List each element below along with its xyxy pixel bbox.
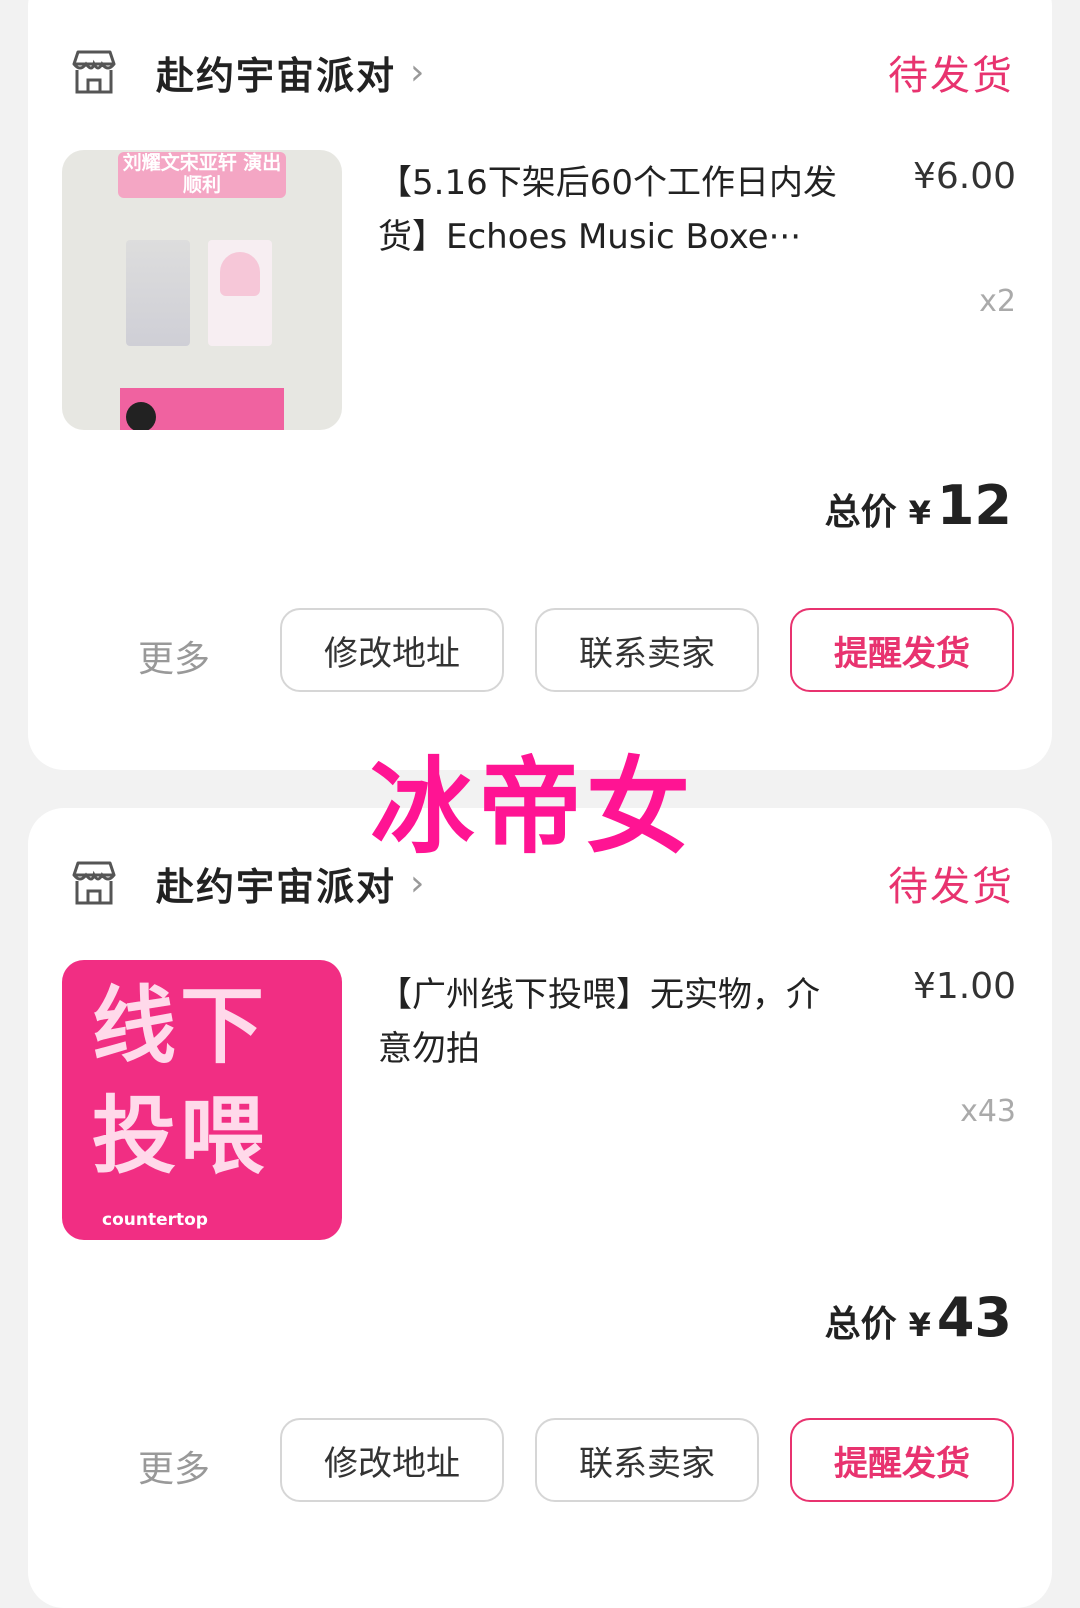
total-amount: 43 <box>936 1286 1012 1349</box>
product-thumbnail[interactable]: 线下 投喂 countertop <box>62 960 342 1240</box>
order-total: 总价 ¥ 43 <box>825 1286 1012 1349</box>
shop-name[interactable]: 赴约宇宙派对 <box>156 856 396 911</box>
product-thumbnail[interactable]: 刘耀文宋亚轩 演出顺利 <box>62 150 342 430</box>
thumbnail-photo <box>126 240 190 346</box>
total-label: 总价 <box>824 1304 897 1345</box>
heart-shape <box>220 252 260 296</box>
thumbnail-brand: countertop <box>102 1210 208 1230</box>
change-address-button[interactable]: 修改地址 <box>280 1418 504 1502</box>
product-title[interactable]: 【5.16下架后60个工作日内发货】Echoes Music Boxe··· <box>378 156 848 264</box>
chevron-right-icon: › <box>410 51 425 93</box>
more-button[interactable]: 更多 <box>138 630 210 682</box>
change-address-button[interactable]: 修改地址 <box>280 608 504 692</box>
product-quantity: x2 <box>979 284 1016 319</box>
shop-header[interactable]: 赴约宇宙派对 › 待发货 <box>68 42 1014 102</box>
store-icon <box>72 861 116 905</box>
thumbnail-headline: 投喂 <box>92 1087 269 1185</box>
watermark-text: 冰帝女 <box>370 746 695 868</box>
order-card: 赴约宇宙派对 › 待发货 线下 投喂 countertop 【广州线下投喂】无实… <box>28 808 1052 1608</box>
order-status: 待发货 <box>888 53 1014 99</box>
vinyl-disc-icon <box>126 402 156 430</box>
total-currency: ¥ <box>908 494 931 532</box>
product-price: ¥1.00 <box>912 966 1016 1007</box>
contact-seller-button[interactable]: 联系卖家 <box>535 608 759 692</box>
product-quantity: x43 <box>960 1094 1016 1129</box>
order-card: 赴约宇宙派对 › 待发货 刘耀文宋亚轩 演出顺利 【5.16下架后60个工作日内… <box>28 0 1052 770</box>
thumbnail-banner: 刘耀文宋亚轩 演出顺利 <box>118 152 286 198</box>
total-label: 总价 <box>824 492 897 533</box>
product-price: ¥6.00 <box>912 156 1016 197</box>
order-total: 总价 ¥ 12 <box>825 474 1012 537</box>
total-currency: ¥ <box>908 1306 931 1344</box>
contact-seller-button[interactable]: 联系卖家 <box>535 1418 759 1502</box>
shop-name[interactable]: 赴约宇宙派对 <box>156 45 396 100</box>
remind-ship-button[interactable]: 提醒发货 <box>790 608 1014 692</box>
thumbnail-headline: 线下 <box>92 977 269 1075</box>
order-status: 待发货 <box>888 864 1014 910</box>
product-title[interactable]: 【广州线下投喂】无实物，介意勿拍 <box>378 968 848 1076</box>
total-amount: 12 <box>936 474 1012 537</box>
store-icon <box>72 50 116 94</box>
more-button[interactable]: 更多 <box>138 1440 210 1492</box>
remind-ship-button[interactable]: 提醒发货 <box>790 1418 1014 1502</box>
